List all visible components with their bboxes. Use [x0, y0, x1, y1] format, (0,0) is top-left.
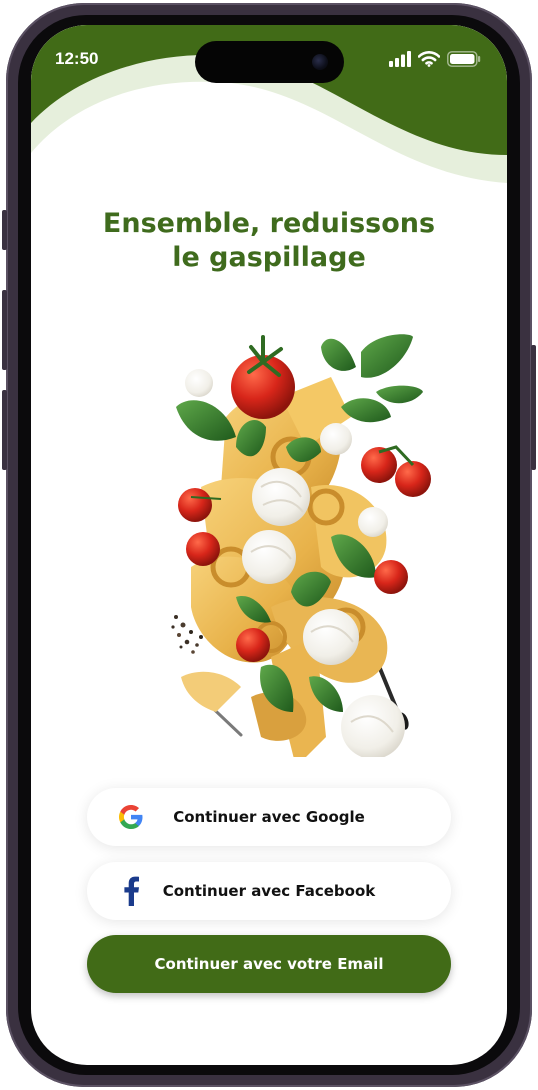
email-login-button[interactable]: Continuer avec votre Email	[87, 935, 451, 993]
action-button	[2, 210, 7, 250]
cellular-signal-icon	[389, 51, 411, 67]
front-camera-icon	[312, 54, 328, 70]
status-time: 12:50	[55, 49, 99, 68]
facebook-f-icon	[117, 876, 145, 906]
facebook-login-button[interactable]: Continuer avec Facebook	[87, 862, 451, 920]
app-screen: 12:50 Ensemble, reduissons le gaspillage	[31, 25, 507, 1065]
google-login-button[interactable]: Continuer avec Google	[87, 788, 451, 846]
volume-down-button	[2, 390, 7, 470]
status-icons	[389, 51, 481, 67]
email-login-label: Continuer avec votre Email	[154, 955, 384, 973]
page-title: Ensemble, reduissons le gaspillage	[31, 207, 507, 275]
google-g-icon	[117, 803, 145, 831]
battery-icon	[447, 51, 481, 67]
dynamic-island	[195, 41, 344, 83]
wifi-icon	[418, 51, 440, 67]
page-title-line-2: le gaspillage	[172, 242, 366, 273]
power-button	[531, 345, 536, 470]
page-title-line-1: Ensemble, reduissons	[102, 208, 436, 239]
volume-up-button	[2, 290, 7, 370]
pasta-hero-illustration	[171, 334, 431, 757]
